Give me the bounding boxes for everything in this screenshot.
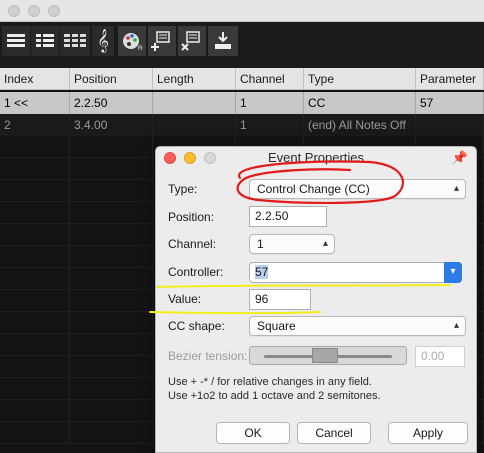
empty-cell: [70, 312, 153, 334]
minimize-window-button[interactable]: [28, 5, 40, 17]
cell-length: [153, 114, 236, 136]
cc-shape-label: CC shape:: [168, 319, 225, 333]
cell-parameter: 57: [416, 92, 484, 114]
grid-view-icon[interactable]: [60, 26, 90, 56]
bezier-tension-slider[interactable]: [249, 346, 407, 365]
zoom-window-button[interactable]: [48, 5, 60, 17]
empty-cell: [70, 400, 153, 422]
cc-shape-select[interactable]: Square ▴: [249, 316, 466, 336]
empty-cell: [0, 158, 70, 180]
value-field[interactable]: 96: [249, 289, 311, 310]
column-header-index[interactable]: Index: [0, 68, 70, 90]
position-label: Position:: [168, 210, 215, 224]
empty-cell: [0, 224, 70, 246]
column-header-position[interactable]: Position: [70, 68, 153, 90]
table-row[interactable]: 2 3.4.00 1 (end) All Notes Off: [0, 114, 484, 136]
empty-cell: [70, 158, 153, 180]
svg-text:RGB: RGB: [138, 46, 143, 52]
chevron-updown-icon: ▴: [453, 320, 459, 331]
position-field[interactable]: 2.2.50: [249, 206, 327, 227]
empty-cell: [70, 202, 153, 224]
empty-cell: [0, 268, 70, 290]
type-label: Type:: [168, 182, 198, 196]
apply-button[interactable]: Apply: [388, 422, 468, 444]
controller-label: Controller:: [168, 265, 224, 279]
column-header-length[interactable]: Length: [153, 68, 236, 90]
column-header-channel[interactable]: Channel: [236, 68, 304, 90]
empty-cell: [0, 202, 70, 224]
empty-cell: [70, 422, 153, 444]
empty-cell: [70, 356, 153, 378]
palette-icon[interactable]: RGB: [118, 26, 146, 56]
window-titlebar: [0, 0, 484, 22]
empty-cell: [70, 224, 153, 246]
empty-cell: [0, 334, 70, 356]
cell-parameter: [416, 114, 484, 136]
import-icon[interactable]: [208, 26, 238, 56]
cell-position: 3.4.00: [70, 114, 153, 136]
column-header-parameter[interactable]: Parameter: [416, 68, 484, 90]
pin-icon[interactable]: 📌: [452, 150, 468, 166]
empty-cell: [0, 400, 70, 422]
bezier-tension-field: 0.00: [415, 346, 465, 367]
empty-cell: [70, 290, 153, 312]
cell-length: [153, 92, 236, 114]
ok-button[interactable]: OK: [216, 422, 290, 444]
list-view-icon[interactable]: [2, 26, 30, 56]
empty-cell: [0, 378, 70, 400]
empty-cell: [70, 334, 153, 356]
channel-select[interactable]: 1 ▴: [249, 234, 335, 254]
empty-cell: [70, 268, 153, 290]
empty-cell: [0, 136, 70, 158]
add-event-icon[interactable]: [148, 26, 176, 56]
empty-cell: [0, 246, 70, 268]
cancel-button[interactable]: Cancel: [297, 422, 371, 444]
chevron-updown-icon: ▴: [453, 183, 459, 194]
cell-index: 2: [0, 114, 70, 136]
cell-index: 1 <<: [0, 92, 70, 114]
chevron-updown-icon: ▴: [322, 238, 328, 249]
type-select[interactable]: Control Change (CC) ▴: [249, 179, 466, 199]
table-row[interactable]: 1 << 2.2.50 1 CC 57: [0, 92, 484, 114]
cc-shape-select-value: Square: [257, 319, 296, 333]
table-header: Index Position Length Channel Type Param…: [0, 68, 484, 90]
empty-cell: [0, 422, 70, 444]
cell-position: 2.2.50: [70, 92, 153, 114]
empty-cell: [70, 378, 153, 400]
empty-cell: [0, 356, 70, 378]
controller-value: 57: [255, 265, 269, 279]
empty-cell: [70, 180, 153, 202]
toolbar: 𝄞 RGB: [0, 22, 484, 68]
list-detail-icon[interactable]: [31, 26, 59, 56]
channel-label: Channel:: [168, 237, 217, 251]
type-select-value: Control Change (CC): [257, 182, 370, 196]
cell-channel: 1: [236, 92, 304, 114]
hint-relative-changes: Use + -* / for relative changes in any f…: [168, 376, 372, 388]
empty-cell: [0, 290, 70, 312]
empty-cell: [70, 136, 153, 158]
empty-cell: [70, 246, 153, 268]
chevron-down-icon[interactable]: ▾: [444, 262, 462, 283]
dialog-title: Event Properties: [267, 150, 365, 165]
cell-type: CC: [304, 92, 416, 114]
controller-combo[interactable]: 57 ▾: [249, 262, 462, 283]
cell-channel: 1: [236, 114, 304, 136]
close-window-button[interactable]: [8, 5, 20, 17]
delete-event-icon[interactable]: [178, 26, 206, 56]
bezier-tension-label: Bezier tension:: [168, 349, 248, 363]
value-label: Value:: [168, 292, 202, 306]
empty-cell: [0, 312, 70, 334]
empty-cell: [0, 180, 70, 202]
slider-thumb[interactable]: [312, 348, 338, 363]
cell-type: (end) All Notes Off: [304, 114, 416, 136]
hint-octave-semitones: Use +1o2 to add 1 octave and 2 semitones…: [168, 390, 381, 402]
treble-clef-icon[interactable]: 𝄞: [92, 26, 114, 56]
channel-select-value: 1: [257, 237, 264, 251]
event-properties-dialog: Event Properties 📌 Type: Control Change …: [155, 146, 477, 453]
column-header-type[interactable]: Type: [304, 68, 416, 90]
